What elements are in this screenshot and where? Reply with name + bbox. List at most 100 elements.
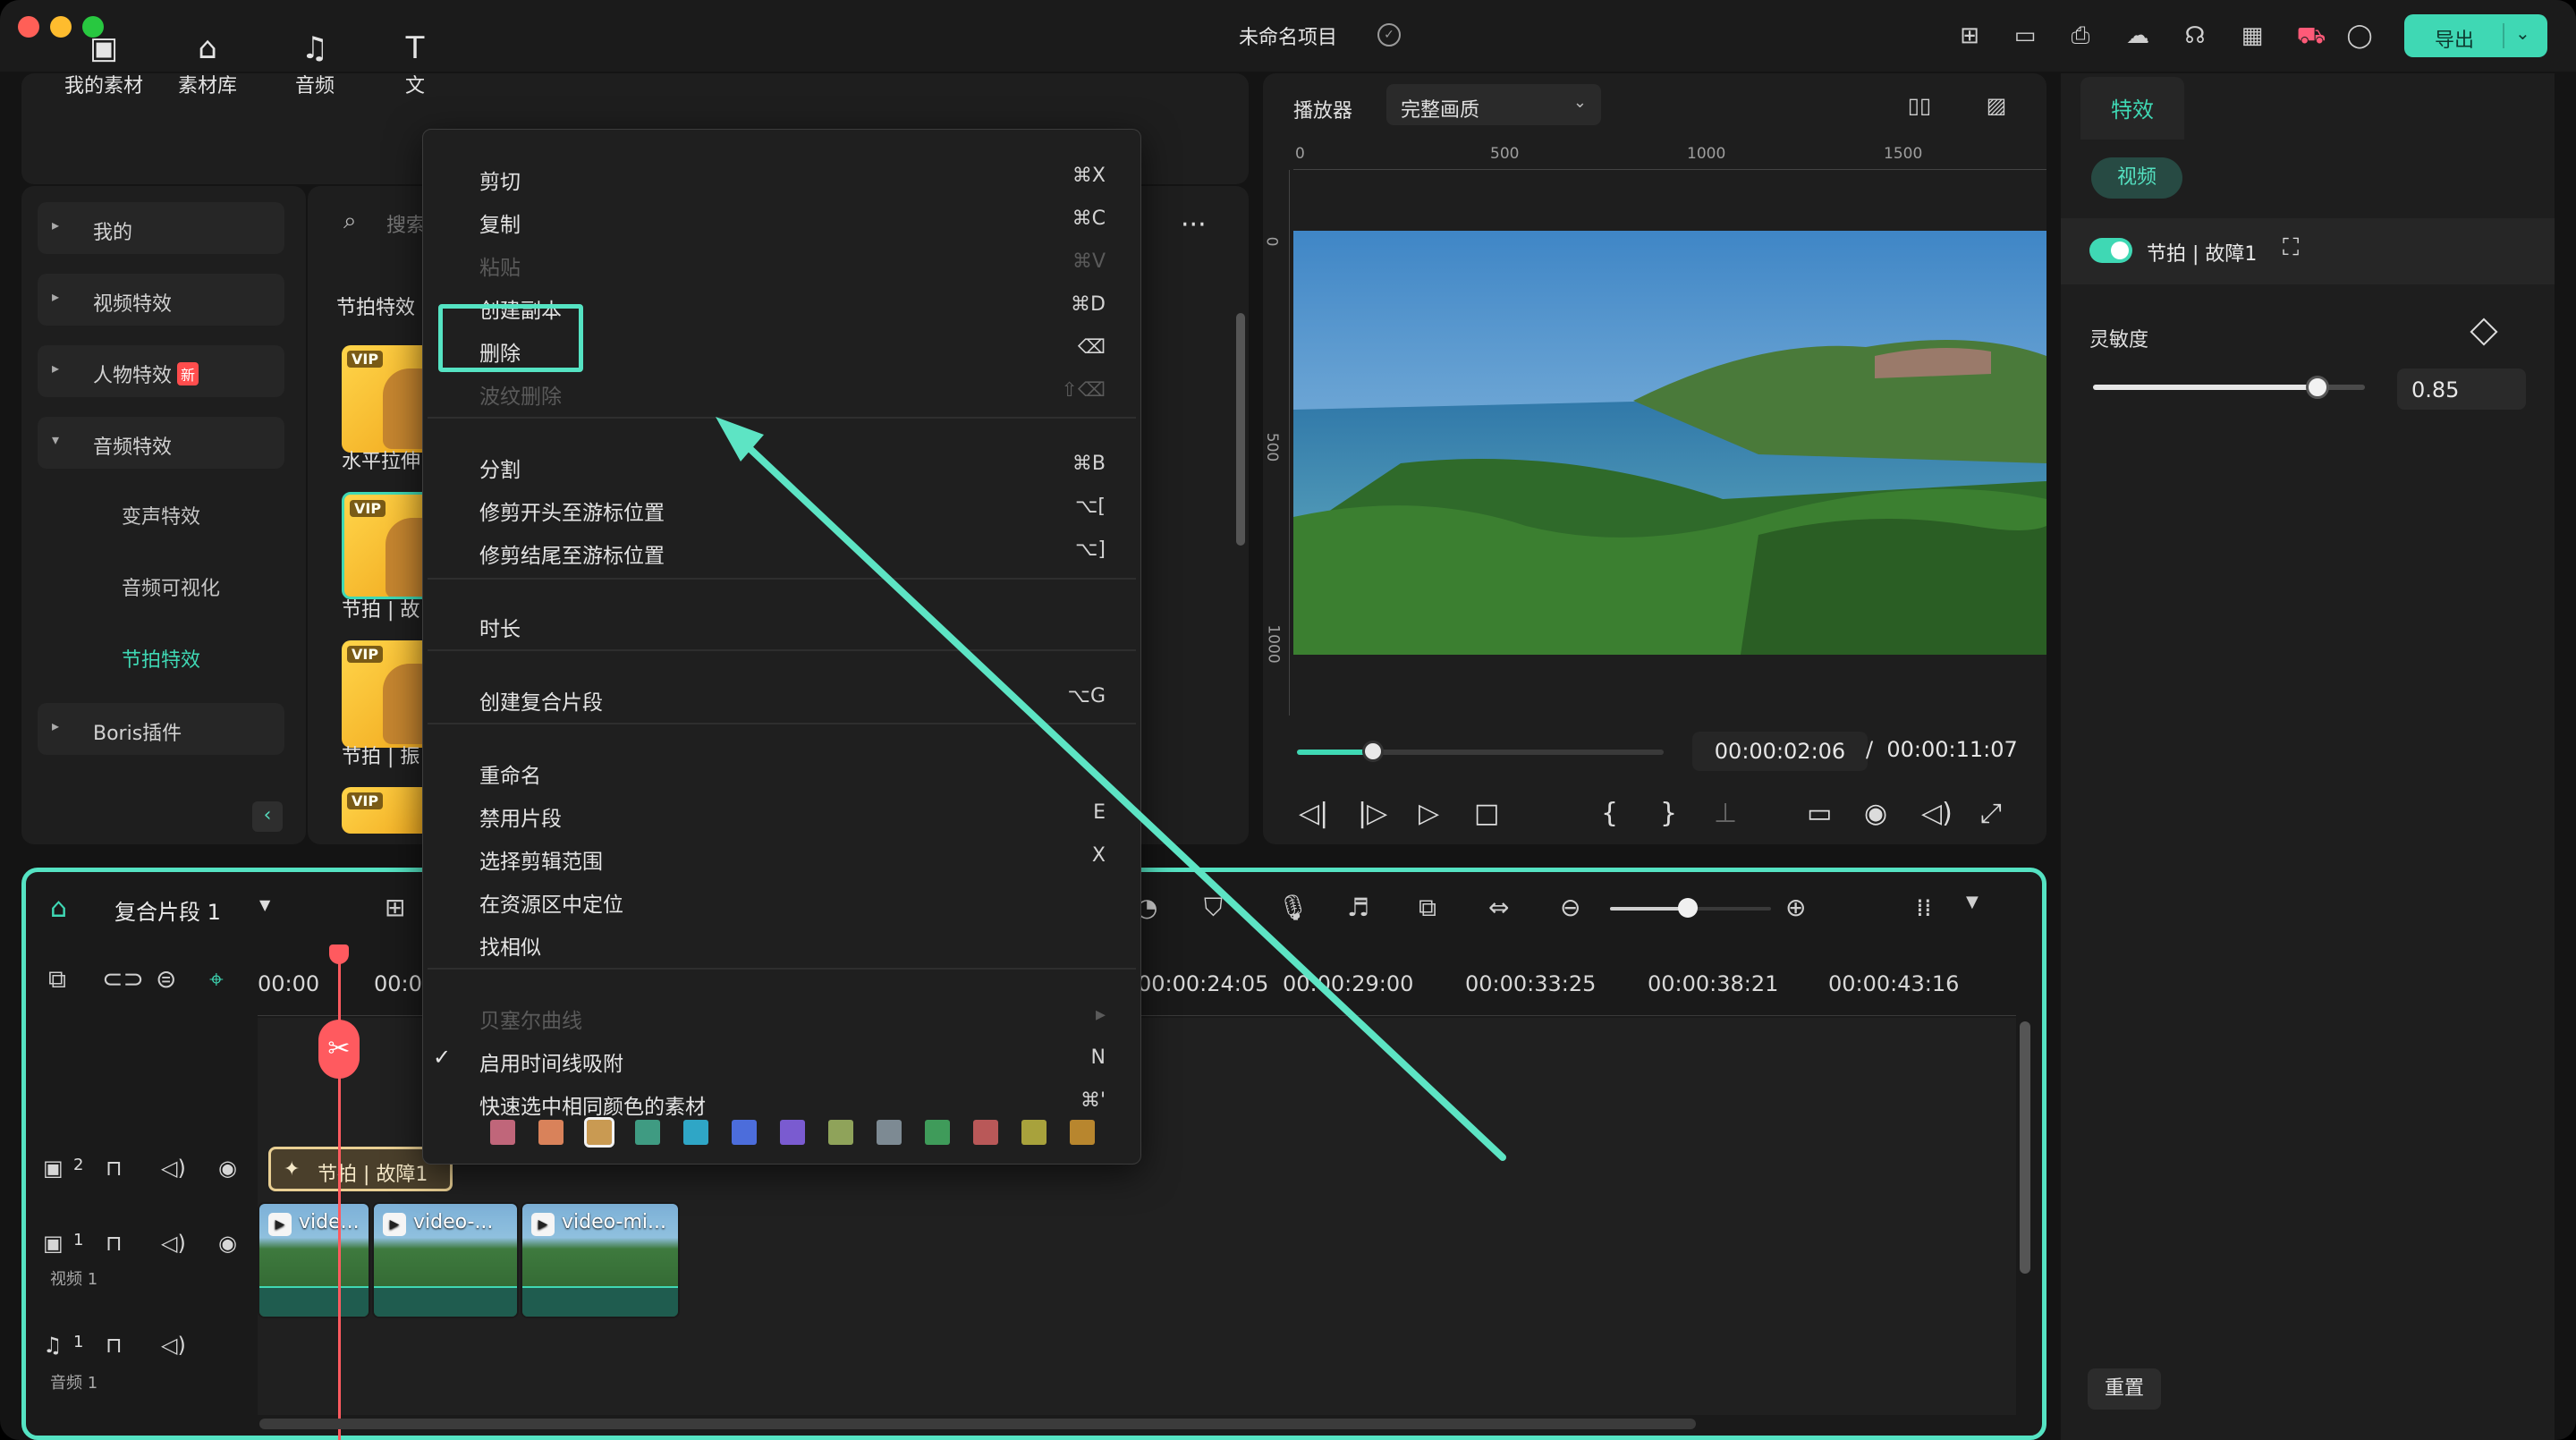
tool-text[interactable]: T 文 bbox=[379, 0, 451, 111]
collapse-sidebar-button[interactable]: ‹ bbox=[252, 801, 283, 832]
color-swatch[interactable] bbox=[828, 1120, 853, 1145]
zoom-slider-handle[interactable] bbox=[1678, 898, 1698, 918]
video-clip[interactable]: ▶ vide... bbox=[258, 1202, 370, 1318]
menu-item-select-same-color[interactable]: 快速选中相同颜色的素材 bbox=[479, 1089, 706, 1120]
menu-item-bezier-curve[interactable]: 贝塞尔曲线 bbox=[479, 1004, 582, 1034]
lock-icon[interactable]: ⊓ bbox=[106, 1156, 123, 1181]
color-swatch[interactable] bbox=[732, 1120, 757, 1145]
menu-item-select-range[interactable]: 选择剪辑范围 bbox=[479, 844, 603, 875]
timeline-vertical-scrollbar[interactable] bbox=[2020, 1021, 2030, 1274]
insert-icon[interactable]: ⊥ bbox=[1714, 798, 1737, 829]
more-options-icon[interactable]: ··· bbox=[1181, 209, 1207, 241]
menu-item-ripple-delete[interactable]: 波纹删除 bbox=[479, 379, 562, 410]
color-swatch[interactable] bbox=[635, 1120, 660, 1145]
color-swatch[interactable] bbox=[780, 1120, 805, 1145]
menu-item-find-similar[interactable]: 找相似 bbox=[479, 930, 541, 961]
menu-item-cut[interactable]: 剪切 bbox=[479, 165, 521, 195]
reset-button[interactable]: 重置 bbox=[2088, 1368, 2161, 1410]
sidebar-item-boris[interactable]: ▸ Boris插件 bbox=[38, 703, 284, 755]
mark-in-icon[interactable]: { bbox=[1601, 798, 1618, 829]
sidebar-item-audio-effects[interactable]: ▾ 音频特效 bbox=[38, 417, 284, 469]
effect-settings-icon[interactable]: ⛶ bbox=[2283, 234, 2299, 262]
tool-stock-library[interactable]: ⌂ 素材库 bbox=[165, 0, 250, 111]
music-list-icon[interactable]: ♬ bbox=[1347, 893, 1369, 922]
menu-item-timeline-snap[interactable]: 启用时间线吸附 bbox=[479, 1046, 623, 1077]
cloud-upload-icon[interactable]: ☁ bbox=[2122, 20, 2154, 52]
video-clip[interactable]: ▶ video-mi... bbox=[521, 1202, 680, 1318]
effect-toggle[interactable] bbox=[2089, 238, 2132, 263]
close-window-button[interactable] bbox=[18, 16, 39, 38]
current-timecode[interactable]: 00:00:02:06 bbox=[1692, 732, 1868, 771]
snapshot-icon[interactable]: ◉ bbox=[1864, 798, 1887, 829]
clip-settings-icon[interactable]: ⧉ bbox=[1419, 893, 1436, 923]
home-icon[interactable]: ⌂ bbox=[50, 893, 67, 924]
media-manager-icon[interactable]: ⊞ bbox=[1953, 20, 1986, 52]
subtab-video[interactable]: 视频 bbox=[2091, 157, 2182, 199]
group-icon[interactable]: ⊜ bbox=[156, 964, 176, 994]
grid-view-icon[interactable]: ▯▯ bbox=[1903, 89, 1936, 122]
menu-item-paste[interactable]: 粘贴 bbox=[479, 250, 521, 281]
tool-my-media[interactable]: ▣ 我的素材 bbox=[50, 0, 157, 111]
caret-down-icon[interactable]: ▼ bbox=[259, 896, 270, 913]
lock-icon[interactable]: ⊓ bbox=[106, 1231, 123, 1256]
fit-icon[interactable]: ⇔ bbox=[1488, 893, 1509, 922]
color-swatch[interactable] bbox=[490, 1120, 515, 1145]
menu-item-duration[interactable]: 时长 bbox=[479, 612, 521, 642]
sidebar-item-video-effects[interactable]: ▸ 视频特效 bbox=[38, 274, 284, 326]
volume-icon[interactable]: ◁) bbox=[1921, 798, 1953, 829]
caret-down-icon[interactable]: ▼ bbox=[1966, 893, 1979, 911]
scissors-icon[interactable]: ✂ bbox=[318, 1020, 360, 1079]
stop-icon[interactable]: □ bbox=[1474, 798, 1499, 829]
quality-select[interactable]: 完整画质 ⌄ bbox=[1386, 84, 1601, 125]
grid-icon[interactable]: ⊞ bbox=[385, 893, 405, 922]
zoom-out-icon[interactable]: ⊖ bbox=[1560, 893, 1580, 922]
eye-icon[interactable]: ◉ bbox=[218, 1156, 237, 1181]
menu-item-copy[interactable]: 复制 bbox=[479, 208, 521, 238]
color-swatch[interactable] bbox=[877, 1120, 902, 1145]
mark-out-icon[interactable]: } bbox=[1660, 798, 1677, 829]
tool-audio[interactable]: ♫ 音频 bbox=[272, 0, 358, 111]
track-layout-icon[interactable]: ⁞⁞ bbox=[1916, 893, 1932, 922]
image-compare-icon[interactable]: ▨ bbox=[1980, 89, 2012, 122]
playhead-handle[interactable] bbox=[329, 944, 349, 964]
menu-item-trim-start[interactable]: 修剪开头至游标位置 bbox=[479, 496, 665, 526]
sensitivity-slider-handle[interactable] bbox=[2306, 376, 2329, 399]
sidebar-subitem-voice-changer[interactable]: 变声特效 bbox=[122, 501, 200, 529]
microphone-icon[interactable]: 🎙 bbox=[1277, 893, 1309, 922]
sidebar-subitem-beat-effects[interactable]: 节拍特效 bbox=[122, 644, 200, 673]
add-track-icon[interactable]: ⧉ bbox=[48, 964, 66, 995]
headset-icon[interactable]: ☊ bbox=[2179, 20, 2211, 52]
sensitivity-value-field[interactable]: 0.85 bbox=[2397, 368, 2526, 410]
shield-icon[interactable]: ⛉ bbox=[1204, 893, 1223, 923]
eye-icon[interactable]: ◉ bbox=[218, 1231, 237, 1256]
fullscreen-icon[interactable]: ⤢ bbox=[1980, 798, 2002, 829]
menu-item-create-compound[interactable]: 创建复合片段 bbox=[479, 685, 603, 716]
timeline-horizontal-scrollbar[interactable] bbox=[259, 1419, 1696, 1429]
menu-item-split[interactable]: 分割 bbox=[479, 453, 521, 483]
color-swatch[interactable] bbox=[1070, 1120, 1095, 1145]
volume-icon[interactable]: ◁) bbox=[161, 1231, 186, 1256]
sidebar-item-people-effects[interactable]: ▸ 人物特效新 bbox=[38, 345, 284, 397]
cart-icon[interactable]: ⛟ bbox=[2295, 20, 2327, 52]
apps-grid-icon[interactable]: ▦ bbox=[2236, 20, 2268, 52]
color-swatch[interactable] bbox=[1021, 1120, 1046, 1145]
snap-icon[interactable]: ⌖ bbox=[209, 964, 224, 995]
export-button[interactable]: 导出 ⌄ bbox=[2404, 14, 2547, 57]
color-swatch[interactable] bbox=[925, 1120, 950, 1145]
color-swatch[interactable] bbox=[973, 1120, 998, 1145]
account-icon[interactable]: ◯ bbox=[2343, 20, 2376, 52]
video-preview[interactable] bbox=[1293, 231, 2046, 655]
playback-progress-handle[interactable] bbox=[1362, 741, 1384, 762]
display-icon[interactable]: ▭ bbox=[1807, 798, 1832, 829]
menu-item-trim-end[interactable]: 修剪结尾至游标位置 bbox=[479, 538, 665, 569]
tab-effects[interactable]: 特效 bbox=[2080, 77, 2184, 140]
lock-icon[interactable]: ⊓ bbox=[106, 1333, 123, 1358]
video-clip[interactable]: ▶ video-... bbox=[372, 1202, 519, 1318]
play-icon[interactable]: ▷ bbox=[1419, 798, 1439, 829]
menu-item-rename[interactable]: 重命名 bbox=[479, 758, 541, 789]
zoom-in-icon[interactable]: ⊕ bbox=[1785, 893, 1806, 922]
sidebar-subitem-audio-visualizer[interactable]: 音频可视化 bbox=[122, 572, 220, 601]
save-icon[interactable]: ⎙ bbox=[2064, 20, 2097, 52]
menu-item-disable-clip[interactable]: 禁用片段 bbox=[479, 801, 562, 832]
volume-icon[interactable]: ◁) bbox=[161, 1156, 186, 1181]
